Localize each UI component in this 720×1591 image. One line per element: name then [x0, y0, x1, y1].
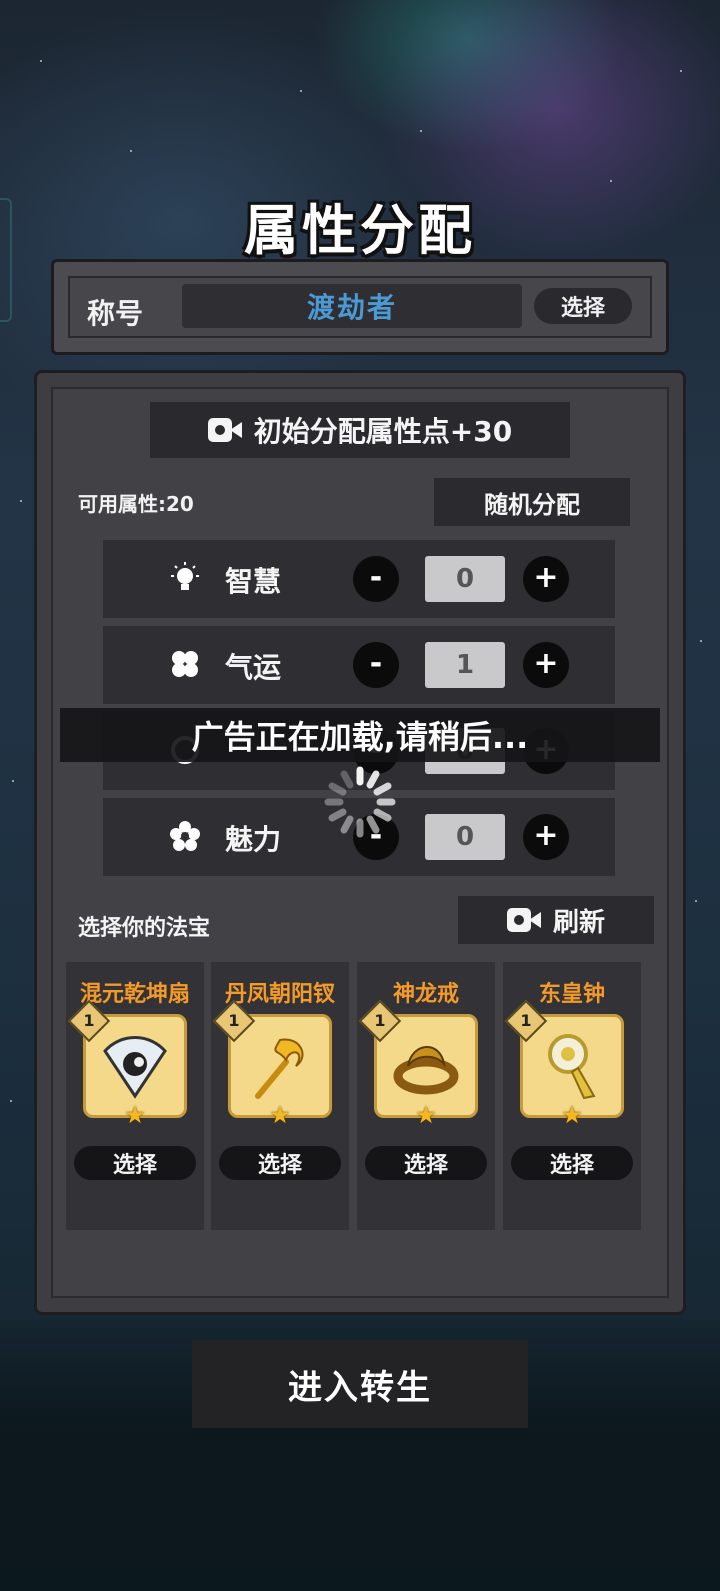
- title-panel: 称号 渡劫者 选择: [51, 259, 669, 355]
- decrease-button[interactable]: -: [353, 556, 399, 602]
- increase-button[interactable]: +: [523, 814, 569, 860]
- refresh-label: 刷新: [552, 907, 605, 938]
- select-button[interactable]: 选择: [74, 1146, 196, 1180]
- level-number: 1: [374, 1011, 386, 1030]
- title-value-box: 渡劫者: [182, 284, 522, 328]
- star-icon: ★: [269, 1101, 291, 1129]
- level-number: 1: [520, 1011, 532, 1030]
- loading-spinner-icon: [320, 762, 400, 842]
- decrease-button[interactable]: -: [353, 642, 399, 688]
- video-camera-icon: [506, 908, 541, 932]
- increase-button[interactable]: +: [523, 642, 569, 688]
- level-number: 1: [228, 1011, 240, 1030]
- star-icon: ★: [124, 1101, 146, 1129]
- attribute-label: 智慧: [225, 565, 282, 598]
- attribute-value: 0: [425, 556, 505, 602]
- select-button[interactable]: 选择: [219, 1146, 341, 1180]
- level-number: 1: [83, 1011, 95, 1030]
- refresh-button[interactable]: 刷新: [458, 896, 654, 944]
- title-select-button[interactable]: 选择: [534, 288, 632, 324]
- star-icon: ★: [415, 1101, 437, 1129]
- attribute-label: 气运: [225, 651, 282, 684]
- ad-bonus-button[interactable]: 初始分配属性点+30: [150, 402, 570, 458]
- enter-reincarnation-button[interactable]: 进入转生: [192, 1340, 528, 1428]
- attribute-row-luck: 气运 - 1 +: [103, 626, 615, 704]
- available-points: 可用属性:20: [78, 492, 194, 516]
- attribute-value: 1: [425, 642, 505, 688]
- treasure-section-title: 选择你的法宝: [78, 916, 211, 941]
- treasure-card[interactable]: 东皇钟 1 ★ 选择: [503, 962, 641, 1230]
- lightbulb-icon: [167, 560, 203, 596]
- select-button[interactable]: 选择: [365, 1146, 487, 1180]
- star-icon: ★: [561, 1101, 583, 1129]
- select-button[interactable]: 选择: [511, 1146, 633, 1180]
- loading-toast: 广告正在加载,请稍后...: [60, 708, 660, 762]
- attribute-value: 0: [425, 814, 505, 860]
- title-value: 渡劫者: [306, 291, 397, 324]
- flower-icon: [167, 818, 203, 854]
- random-allocate-button[interactable]: 随机分配: [434, 478, 630, 526]
- attribute-row-wisdom: 智慧 - 0 +: [103, 540, 615, 618]
- increase-button[interactable]: +: [523, 556, 569, 602]
- attribute-label: 魅力: [225, 823, 282, 856]
- title-label: 称号: [87, 297, 144, 330]
- treasure-card[interactable]: 神龙戒 1 ★ 选择: [357, 962, 495, 1230]
- treasure-card[interactable]: 混元乾坤扇 1 ★ 选择: [66, 962, 204, 1230]
- page-title: 属性分配: [244, 198, 476, 262]
- ad-bonus-label: 初始分配属性点+30: [253, 415, 513, 448]
- treasure-card[interactable]: 丹凤朝阳钗 1 ★ 选择: [211, 962, 349, 1230]
- clover-icon: [167, 646, 203, 682]
- video-camera-icon: [207, 418, 242, 442]
